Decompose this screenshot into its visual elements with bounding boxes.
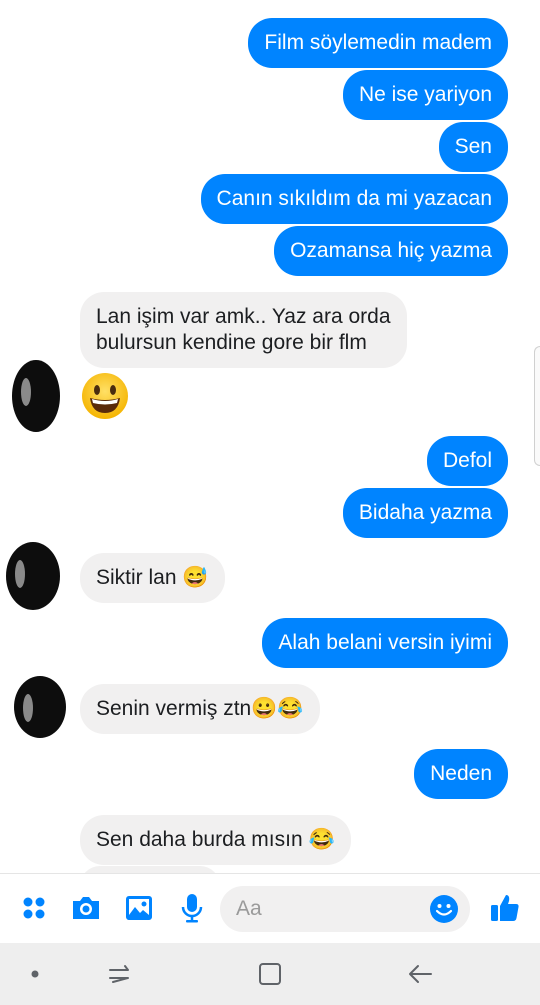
camera-icon[interactable] bbox=[70, 892, 102, 924]
message-input-container[interactable] bbox=[220, 886, 470, 932]
avatar[interactable] bbox=[14, 676, 66, 738]
message-input[interactable] bbox=[236, 896, 416, 922]
emoji-icon[interactable] bbox=[428, 893, 460, 925]
message-bubble-incoming[interactable]: Senin vermiş ztn😀😂 bbox=[80, 684, 320, 734]
avatar[interactable] bbox=[6, 542, 60, 610]
message-bubble-outgoing[interactable]: Alah belani versin iyimi bbox=[262, 618, 508, 668]
message-thread[interactable]: Film söylemedin madem Ne ise yariyon Sen… bbox=[0, 0, 540, 873]
grinning-face-emoji[interactable] bbox=[80, 371, 130, 421]
dot-icon[interactable] bbox=[20, 959, 50, 989]
image-icon[interactable] bbox=[123, 892, 155, 924]
message-bubble-outgoing[interactable]: Bidaha yazma bbox=[342, 488, 508, 538]
thumbs-up-icon[interactable] bbox=[489, 892, 521, 924]
message-line: bulursun kendine gore bir flm bbox=[96, 331, 367, 354]
message-bubble-outgoing[interactable]: Film söylemedin madem bbox=[248, 18, 508, 68]
message-line: Lan işim var amk.. Yaz ara orda bbox=[96, 305, 391, 328]
home-icon[interactable] bbox=[255, 959, 285, 989]
message-bubble-outgoing[interactable]: Sen bbox=[438, 122, 508, 172]
message-composer bbox=[0, 873, 540, 943]
system-navigation-bar bbox=[0, 943, 540, 1005]
message-bubble-incoming[interactable]: Lan işim var amk.. Yaz ara orda bulursun… bbox=[80, 292, 407, 368]
message-bubble-outgoing[interactable]: Ne ise yariyon bbox=[342, 70, 508, 120]
message-bubble-outgoing[interactable]: Defol bbox=[426, 436, 508, 486]
message-bubble-outgoing[interactable]: Canın sıkıldım da mi yazacan bbox=[200, 174, 508, 224]
back-icon[interactable] bbox=[405, 959, 435, 989]
message-bubble-incoming[interactable]: Sen daha burda mısın 😂 bbox=[80, 815, 351, 865]
apps-grid-icon[interactable] bbox=[18, 892, 50, 924]
recent-apps-icon[interactable] bbox=[104, 959, 134, 989]
message-bubble-outgoing[interactable]: Neden bbox=[414, 749, 508, 799]
message-bubble-incoming[interactable]: Siktir lan 😅 bbox=[80, 553, 225, 603]
message-bubble-incoming-partial[interactable] bbox=[80, 866, 220, 873]
scroll-handle[interactable] bbox=[534, 346, 540, 466]
microphone-icon[interactable] bbox=[176, 892, 208, 924]
avatar[interactable] bbox=[12, 360, 60, 432]
message-bubble-outgoing[interactable]: Ozamansa hiç yazma bbox=[274, 226, 508, 276]
